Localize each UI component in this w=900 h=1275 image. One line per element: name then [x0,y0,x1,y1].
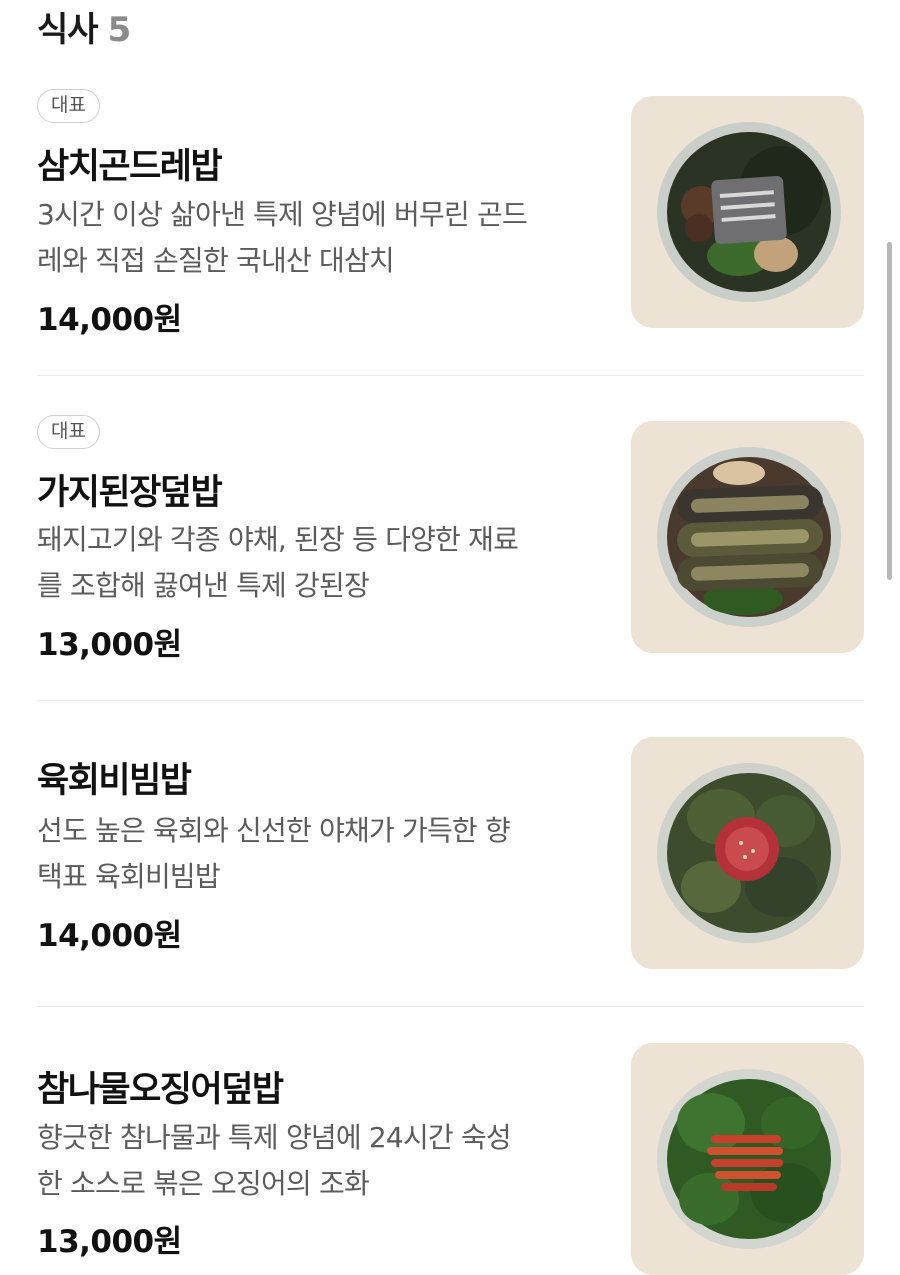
menu-item-description: 돼지고기와 각종 야채, 된장 등 다양한 재료 를 조합해 끓여낸 특제 강된장 [37,523,519,602]
signature-badge: 대표 [37,89,100,123]
section-header: 식사 5 [37,2,132,50]
samchi-gondre-bap-photo[interactable] [631,96,864,328]
eggplant-doenjang-bowl-photo[interactable] [631,421,864,653]
divider [37,700,864,701]
menu-item-price: 13,000원 [37,1224,182,1260]
menu-item-description: 선도 높은 육회와 신선한 야채가 가득한 향 택표 육회비빔밥 [37,814,511,893]
menu-item-name: 육회비빔밥 [37,761,192,801]
menu-item-price: 14,000원 [37,918,182,954]
yukhoe-bibimbap-photo[interactable] [631,737,864,969]
chamnamul-squid-bowl-photo[interactable] [631,1043,864,1275]
menu-item-description: 3시간 이상 삶아낸 특제 양념에 버무린 곤드 레와 직접 손질한 국내산 대삼… [37,198,528,277]
menu-item-price: 13,000원 [37,627,182,663]
signature-badge: 대표 [37,415,100,449]
menu-item-price: 14,000원 [37,302,182,338]
divider [37,1006,864,1007]
divider [37,375,864,376]
menu-item-name: 삼치곤드레밥 [37,147,223,187]
menu-item-name: 참나물오징어덮밥 [37,1070,284,1110]
section-title: 식사 [37,10,99,50]
section-count: 5 [107,10,132,50]
menu-item-name: 가지된장덮밥 [37,473,223,513]
menu-item-description: 향긋한 참나물과 특제 양념에 24시간 숙성 한 소스로 볶은 오징어의 조화 [37,1121,512,1200]
scrollbar[interactable] [887,242,892,580]
